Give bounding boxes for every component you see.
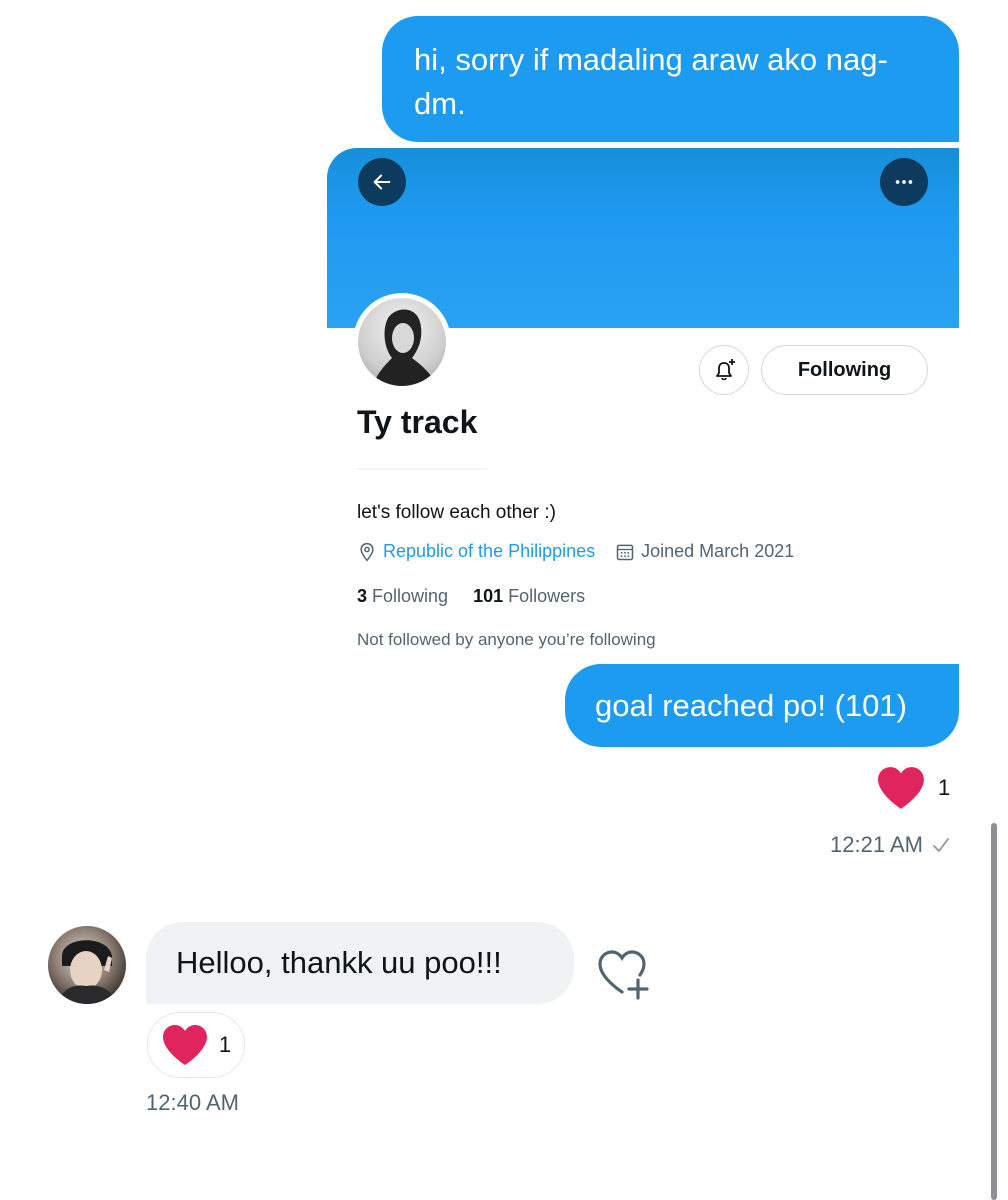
more-icon [895, 180, 913, 184]
location-pin-icon [360, 542, 374, 561]
timestamp-text: 12:21 AM [830, 832, 923, 857]
sender-avatar[interactable] [48, 926, 126, 1004]
bell-plus-icon [716, 359, 735, 381]
following-label: Following [372, 586, 449, 606]
profile-name: Ty track [357, 404, 478, 440]
notifications-button [699, 345, 749, 395]
message-text: Helloo, thankk uu poo!!! [176, 945, 502, 980]
divider [357, 468, 487, 470]
more-button [880, 158, 928, 206]
sent-check-icon [933, 838, 949, 852]
back-arrow-icon [373, 174, 391, 190]
outgoing-message-bubble[interactable]: goal reached po! (101) [565, 664, 959, 747]
profile-meta: Republic of the Philippines Joined March… [357, 541, 794, 562]
message-reaction[interactable]: 1 [876, 765, 950, 811]
profile-location: Republic of the Philippines [383, 541, 596, 561]
outgoing-message-bubble[interactable]: hi, sorry if madaling araw ako nag-dm. [382, 16, 959, 142]
heart-icon [162, 1025, 207, 1065]
incoming-message-bubble[interactable]: Helloo, thankk uu poo!!! [146, 922, 574, 1004]
following-count: 3 [357, 586, 368, 606]
profile-stats: 3 Following 101 Followers [357, 586, 585, 607]
following-button: Following [761, 345, 928, 395]
followers-label: Followers [508, 586, 586, 606]
calendar-icon [616, 544, 634, 560]
reaction-count: 1 [938, 775, 951, 800]
message-timestamp: 12:40 AM [146, 1090, 239, 1115]
profile-bio: let's follow each other :) [357, 502, 556, 523]
message-reaction[interactable]: 1 [147, 1012, 245, 1078]
message-timestamp: 12:21 AM [830, 832, 951, 858]
profile-avatar [353, 293, 451, 391]
message-text: hi, sorry if madaling araw ako nag-dm. [414, 42, 888, 121]
reaction-count: 1 [218, 1032, 232, 1057]
add-reaction-button[interactable] [596, 948, 652, 1005]
scrollbar[interactable] [991, 823, 997, 1200]
heart-plus-icon [598, 950, 649, 1000]
followers-count: 101 [473, 586, 504, 606]
heart-icon [878, 767, 924, 809]
back-button [358, 158, 406, 206]
message-text: goal reached po! (101) [595, 688, 907, 723]
not-followed-note: Not followed by anyone you’re following [357, 630, 656, 649]
profile-screenshot-image[interactable]: Following Ty track let's follow each oth… [327, 148, 959, 663]
profile-joined: Joined March 2021 [641, 541, 795, 561]
